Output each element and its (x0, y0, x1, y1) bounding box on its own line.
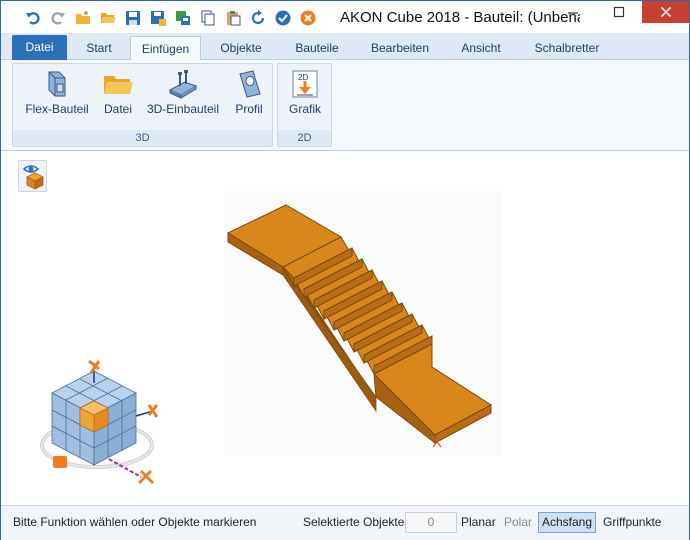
tab-datei[interactable]: Datei (12, 35, 67, 60)
print-icon[interactable] (173, 8, 192, 27)
3d-viewport[interactable] (1, 151, 689, 505)
profil-icon (239, 70, 261, 98)
new-folder-icon[interactable] (73, 8, 92, 27)
griffpunkte-toggle[interactable]: Griffpunkte (603, 515, 661, 529)
grafik-button[interactable]: 2D Grafik (284, 68, 326, 128)
tab-start[interactable]: Start (73, 36, 125, 60)
group-3d-label: 3D (13, 130, 272, 146)
3d-einbauteil-button[interactable]: 3D-Einbauteil (143, 68, 223, 128)
grafik-label: Grafik (288, 102, 321, 116)
copy-icon[interactable] (198, 8, 217, 27)
datei-insert-label: Datei (103, 102, 132, 116)
cancel-icon[interactable] (298, 8, 317, 27)
undo-icon[interactable] (23, 8, 42, 27)
3d-einbauteil-icon (168, 70, 198, 99)
redo-icon[interactable] (48, 8, 67, 27)
flex-bauteil-icon (48, 71, 66, 97)
3d-einbauteil-label: 3D-Einbauteil (146, 102, 220, 116)
navigation-cube[interactable] (40, 359, 159, 485)
flex-bauteil-label: Flex-Bauteil (25, 102, 89, 116)
status-message: Bitte Funktion wählen oder Objekte marki… (13, 515, 257, 529)
folder-icon (104, 76, 133, 94)
tab-einfuegen[interactable]: Einfügen (130, 36, 201, 62)
grafik-2d-icon: 2D (292, 70, 318, 98)
close-icon (660, 6, 671, 18)
flex-bauteil-button[interactable]: Flex-Bauteil (23, 68, 91, 128)
status-bar: Bitte Funktion wählen oder Objekte marki… (1, 505, 689, 540)
refresh-icon[interactable] (248, 8, 267, 27)
selected-objects-count: 0 (405, 512, 457, 533)
tab-schalbretter[interactable]: Schalbretter (523, 36, 611, 60)
planar-toggle[interactable]: Planar (461, 515, 496, 529)
profil-label: Profil (235, 102, 263, 116)
open-icon[interactable] (98, 8, 117, 27)
group-2d: 2D Grafik 2D (277, 63, 332, 147)
window-controls (550, 1, 689, 23)
achsfang-toggle[interactable]: Achsfang (538, 512, 596, 533)
maximize-button[interactable] (596, 1, 642, 23)
ribbon-tab-bar: Datei Start Einfügen Objekte Bauteile Be… (1, 33, 689, 62)
tab-ansicht[interactable]: Ansicht (449, 36, 513, 60)
profil-button[interactable]: Profil (229, 68, 269, 128)
group-3d: Flex-Bauteil Datei 3D-Einbauteil Profil … (12, 63, 273, 147)
save-icon[interactable] (123, 8, 142, 27)
tab-bearbeiten[interactable]: Bearbeiten (359, 36, 441, 60)
group-2d-label: 2D (278, 130, 331, 146)
check-icon[interactable] (273, 8, 292, 27)
eye-icon (22, 165, 44, 190)
tab-bauteile[interactable]: Bauteile (283, 36, 351, 60)
maximize-icon (613, 6, 625, 18)
title-bar: AKON Cube 2018 - Bauteil: (Unbenannt) (1, 1, 689, 33)
quick-access-toolbar (23, 8, 317, 27)
ribbon-panel: Flex-Bauteil Datei 3D-Einbauteil Profil … (1, 60, 689, 151)
close-button[interactable] (642, 1, 689, 23)
selected-objects-label: Selektierte Objekte (303, 515, 405, 529)
tab-objekte[interactable]: Objekte (207, 36, 275, 60)
viewport-scene (40, 191, 502, 485)
app-window: AKON Cube 2018 - Bauteil: (Unbenannt) Da… (0, 0, 690, 540)
view-options-button[interactable] (18, 160, 47, 192)
svg-text:2D: 2D (298, 73, 308, 82)
datei-insert-button[interactable]: Datei (99, 68, 137, 128)
paste-icon[interactable] (223, 8, 242, 27)
minimize-button[interactable] (550, 1, 596, 23)
window-title: AKON Cube 2018 - Bauteil: (Unbenannt) (340, 9, 580, 26)
save-as-icon[interactable] (148, 8, 167, 27)
minimize-icon (568, 12, 578, 14)
polar-toggle[interactable]: Polar (504, 515, 532, 529)
